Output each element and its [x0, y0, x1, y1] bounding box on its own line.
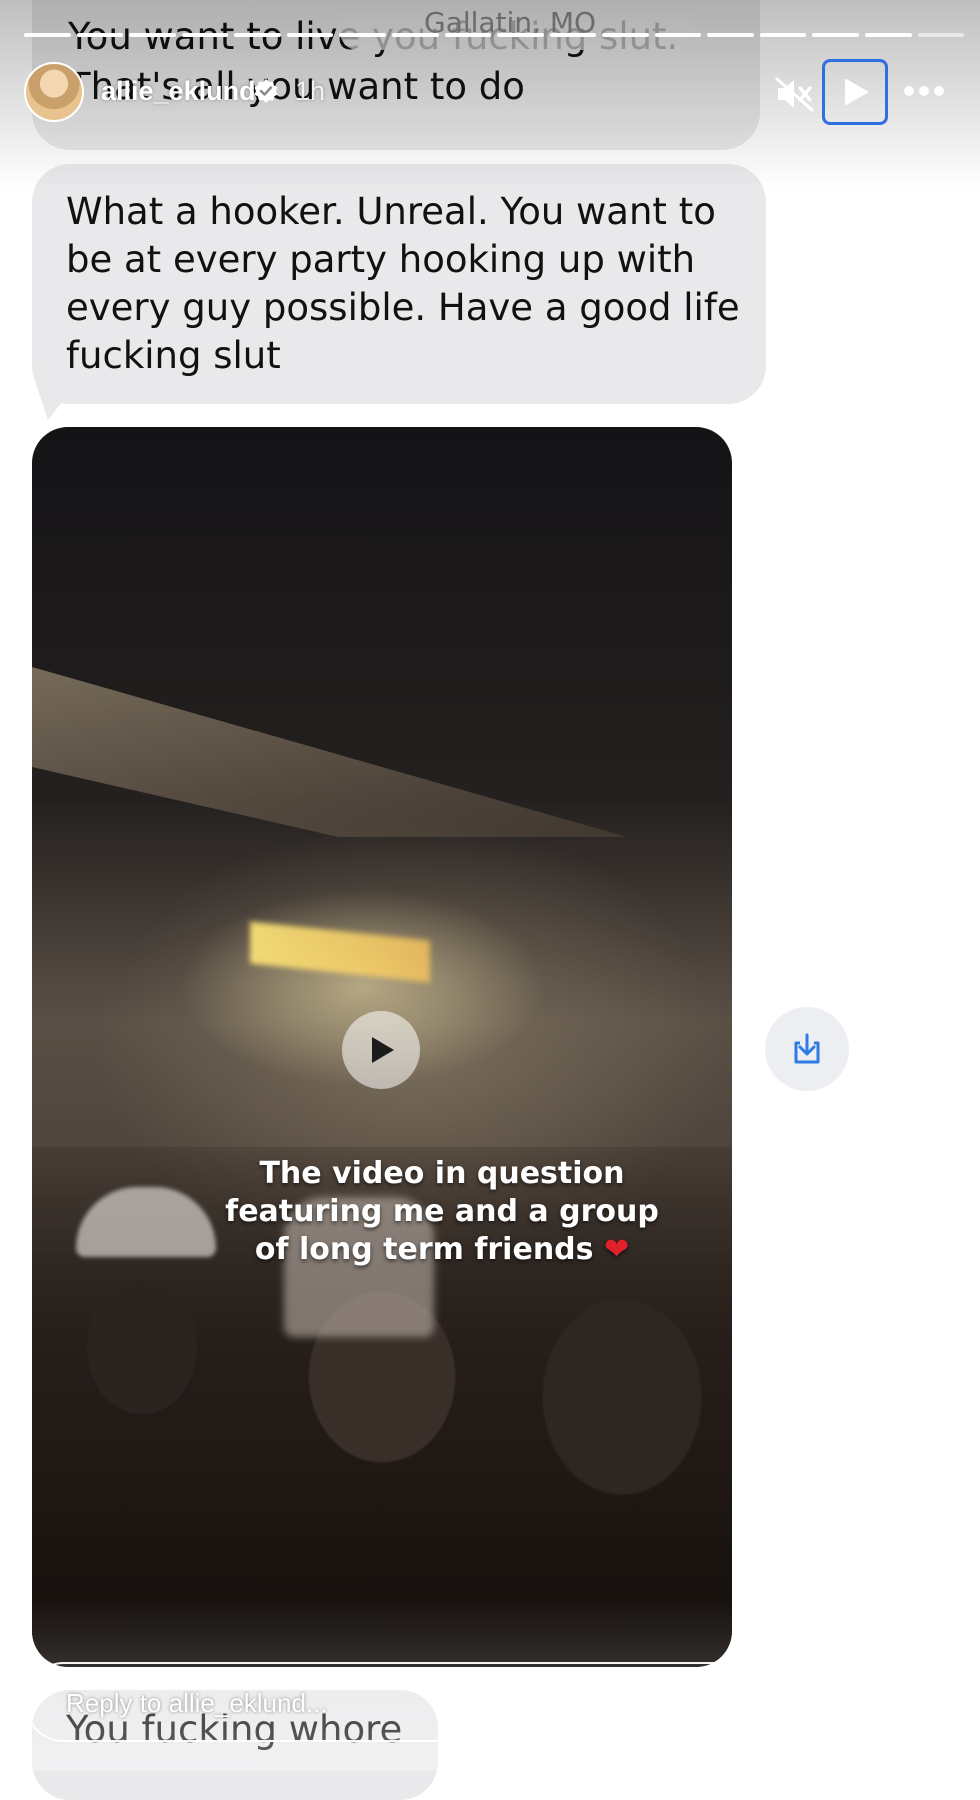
- stage-sign: [250, 921, 430, 983]
- progress-segment: [24, 33, 71, 37]
- chat-bubble-main: What a hooker. Unreal. You want to be at…: [32, 164, 766, 404]
- progress-segment: [181, 33, 229, 37]
- progress-segment: [234, 33, 281, 37]
- story-play-button[interactable]: [822, 59, 888, 125]
- like-button[interactable]: [823, 1682, 871, 1726]
- progress-segment: [917, 33, 965, 37]
- video-caption: The video in question featuring me and a…: [222, 1155, 662, 1269]
- play-icon: [372, 1037, 394, 1063]
- caption-line-3-text: of long term friends: [254, 1232, 594, 1267]
- story-username[interactable]: allie_eklund: [101, 76, 256, 107]
- progress-segment: [602, 33, 649, 37]
- story-time: 1h: [295, 76, 326, 106]
- progress-segment: [497, 33, 544, 37]
- speaker-muted-icon: [775, 77, 814, 112]
- progress-segment: [444, 33, 492, 37]
- progress-segment: [339, 33, 386, 37]
- progress-segment: [865, 33, 912, 37]
- download-icon: [794, 1033, 820, 1064]
- avatar[interactable]: [24, 62, 84, 122]
- progress-segment: [391, 33, 439, 37]
- download-button[interactable]: [765, 1007, 849, 1091]
- progress-segment: [654, 33, 702, 37]
- send-icon: [902, 1683, 948, 1726]
- progress-segment: [129, 33, 176, 37]
- heart-emoji: ❤: [603, 1232, 630, 1267]
- play-icon: [845, 79, 868, 105]
- caption-line-1: The video in question: [259, 1156, 625, 1191]
- progress-segment: [812, 33, 859, 37]
- progress-segment: [759, 33, 807, 37]
- more-options-button[interactable]: [902, 83, 946, 99]
- location-label: Gallatin, MO: [340, 0, 690, 50]
- more-horizontal-icon: [904, 86, 944, 96]
- mute-button[interactable]: [774, 74, 816, 114]
- stage-roof: [32, 667, 732, 837]
- video-message[interactable]: The video in question featuring me and a…: [32, 427, 732, 1667]
- video-play-button[interactable]: [342, 1011, 420, 1089]
- progress-segment: [549, 33, 597, 37]
- heart-icon: [824, 1683, 870, 1724]
- progress-segment: [707, 33, 754, 37]
- story-progress-bar: [24, 33, 965, 37]
- verified-badge-icon: [254, 79, 278, 103]
- reply-placeholder: Reply to allie_eklund...: [66, 1688, 328, 1718]
- share-button[interactable]: [900, 1680, 950, 1728]
- progress-segment: [76, 33, 124, 37]
- chat-message-main: What a hooker. Unreal. You want to be at…: [66, 190, 740, 377]
- reply-input[interactable]: Reply to allie_eklund...: [24, 1662, 794, 1742]
- progress-segment: [286, 33, 334, 37]
- caption-line-2: featuring me and a group: [225, 1194, 659, 1229]
- caption-line-3: of long term friends ❤: [222, 1231, 662, 1269]
